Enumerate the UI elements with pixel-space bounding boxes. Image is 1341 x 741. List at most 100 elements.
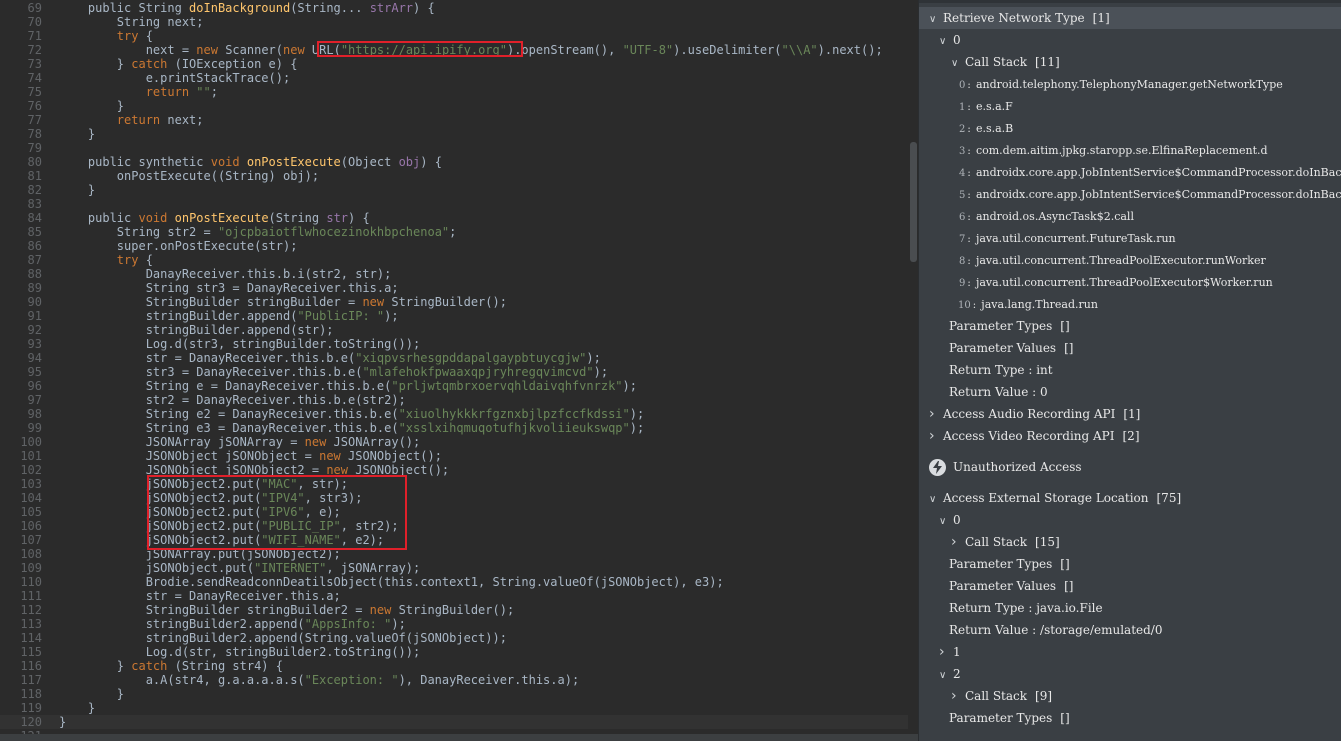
code-token: stringBuilder2.append( bbox=[59, 617, 305, 631]
chevron-down-icon[interactable]: ∨ bbox=[951, 53, 961, 75]
code-line[interactable]: 73 } catch (IOException e) { bbox=[0, 57, 908, 71]
code-line[interactable]: 119 } bbox=[0, 701, 908, 715]
row-label: Parameter Types bbox=[949, 557, 1053, 571]
chevron-right-icon[interactable]: › bbox=[951, 685, 961, 707]
line-number: 72 bbox=[27, 43, 42, 57]
code-line[interactable]: 102 JSONObject jSONObject2 = new JSONObj… bbox=[0, 463, 908, 477]
chevron-right-icon[interactable]: › bbox=[929, 425, 939, 447]
code-line[interactable]: 117 a.A(str4, g.a.a.a.a.s("Exception: ")… bbox=[0, 673, 908, 687]
code-line[interactable]: 81 onPostExecute((String) obj); bbox=[0, 169, 908, 183]
code-line[interactable]: 94 str = DanayReceiver.this.b.e("xiqpvsr… bbox=[0, 351, 908, 365]
code-line[interactable]: 106 jSONObject2.put("PUBLIC_IP", str2); bbox=[0, 519, 908, 533]
code-line[interactable]: 77 return next; bbox=[0, 113, 908, 127]
code-line[interactable]: 109 jSONObject.put("INTERNET", jSONArray… bbox=[0, 561, 908, 575]
code-line[interactable]: 96 String e = DanayReceiver.this.b.e("pr… bbox=[0, 379, 908, 393]
stack-frame-row[interactable]: 4: androidx.core.app.JobIntentService$Co… bbox=[959, 161, 1341, 183]
stack-frame-row[interactable]: 7: java.util.concurrent.FutureTask.run bbox=[959, 227, 1176, 249]
code-line[interactable]: 74 e.printStackTrace(); bbox=[0, 71, 908, 85]
return-value-row[interactable]: Return Value : /storage/emulated/0 bbox=[949, 619, 1162, 641]
editor-scrollbar[interactable] bbox=[908, 0, 918, 741]
code-line[interactable]: 118 } bbox=[0, 687, 908, 701]
parameter-types-row[interactable]: Parameter Types [] bbox=[949, 707, 1070, 729]
call-stack-row[interactable]: ∨ Call Stack [11] bbox=[951, 51, 1060, 73]
code-line[interactable]: 103 jSONObject2.put("MAC", str); bbox=[0, 477, 908, 491]
code-line[interactable]: 113 stringBuilder2.append("AppsInfo: "); bbox=[0, 617, 908, 631]
code-line[interactable]: 97 str2 = DanayReceiver.this.b.e(str2); bbox=[0, 393, 908, 407]
code-line[interactable]: 101 JSONObject jSONObject = new JSONObje… bbox=[0, 449, 908, 463]
code-line[interactable]: 93 Log.d(str3, stringBuilder.toString())… bbox=[0, 337, 908, 351]
code-line[interactable]: 99 String e3 = DanayReceiver.this.b.e("x… bbox=[0, 421, 908, 435]
code-line[interactable]: 86 super.onPostExecute(str); bbox=[0, 239, 908, 253]
code-line[interactable]: 105 jSONObject2.put("IPV6", e); bbox=[0, 505, 908, 519]
parameter-types-row[interactable]: Parameter Types [] bbox=[949, 553, 1070, 575]
code-line[interactable]: 114 stringBuilder2.append(String.valueOf… bbox=[0, 631, 908, 645]
code-editor[interactable]: 69 public String doInBackground(String..… bbox=[0, 0, 908, 741]
code-line[interactable]: 75 return ""; bbox=[0, 85, 908, 99]
stack-frame-row[interactable]: 1: e.s.a.F bbox=[959, 95, 1013, 117]
code-line[interactable]: 80 public synthetic void onPostExecute(O… bbox=[0, 155, 908, 169]
parameter-types-row[interactable]: Parameter Types [] bbox=[949, 315, 1070, 337]
code-line[interactable]: 107 jSONObject2.put("WIFI_NAME", e2); bbox=[0, 533, 908, 547]
access-video-recording-row[interactable]: › Access Video Recording API [2] bbox=[929, 425, 1140, 447]
code-line[interactable]: 89 String str3 = DanayReceiver.this.a; bbox=[0, 281, 908, 295]
code-line[interactable]: 110 Brodie.sendReadconnDeatilsObject(thi… bbox=[0, 575, 908, 589]
line-number: 71 bbox=[27, 29, 42, 43]
parameter-values-row[interactable]: Parameter Values [] bbox=[949, 337, 1073, 359]
return-value-row[interactable]: Return Value : 0 bbox=[949, 381, 1048, 403]
code-line[interactable]: 82 } bbox=[0, 183, 908, 197]
chevron-down-icon[interactable]: ∨ bbox=[939, 665, 949, 687]
stack-frame-row[interactable]: 3: com.dem.aitim.jpkg.staropp.se.ElfinaR… bbox=[959, 139, 1268, 161]
code-line[interactable]: 116 } catch (String str4) { bbox=[0, 659, 908, 673]
access-audio-recording-row[interactable]: › Access Audio Recording API [1] bbox=[929, 403, 1140, 425]
code-line[interactable]: 91 stringBuilder.append("PublicIP: "); bbox=[0, 309, 908, 323]
code-line[interactable]: 100 JSONArray jSONArray = new JSONArray(… bbox=[0, 435, 908, 449]
chevron-down-icon[interactable]: ∨ bbox=[929, 9, 939, 31]
code-line[interactable]: 84 public void onPostExecute(String str)… bbox=[0, 211, 908, 225]
code-line[interactable]: 88 DanayReceiver.this.b.i(str2, str); bbox=[0, 267, 908, 281]
code-line[interactable]: 108 jSONArray.put(jSONObject2); bbox=[0, 547, 908, 561]
code-line[interactable]: 115 Log.d(str, stringBuilder2.toString()… bbox=[0, 645, 908, 659]
code-line[interactable]: 69 public String doInBackground(String..… bbox=[0, 1, 908, 15]
code-line[interactable]: 76 } bbox=[0, 99, 908, 113]
chevron-right-icon[interactable]: › bbox=[951, 531, 961, 553]
stack-frame-row[interactable]: 10: java.lang.Thread.run bbox=[958, 293, 1098, 315]
code-line[interactable]: 120} bbox=[0, 715, 908, 729]
stack-frame-row[interactable]: 6: android.os.AsyncTask$2.call bbox=[959, 205, 1134, 227]
stack-frame-row[interactable]: 0: android.telephony.TelephonyManager.ge… bbox=[959, 73, 1283, 95]
stack-frame-row[interactable]: 2: e.s.a.B bbox=[959, 117, 1013, 139]
item-1-row[interactable]: › 1 bbox=[939, 641, 961, 663]
code-line[interactable]: 78 } bbox=[0, 127, 908, 141]
retrieve-network-type-row[interactable]: ∨ Retrieve Network Type [1] bbox=[929, 7, 1110, 29]
stack-frame-row[interactable]: 9: java.util.concurrent.ThreadPoolExecut… bbox=[959, 271, 1273, 293]
editor-scrollbar-thumb[interactable] bbox=[910, 142, 917, 262]
access-external-storage-row[interactable]: ∨ Access External Storage Location [75] bbox=[929, 487, 1181, 509]
chevron-down-icon[interactable]: ∨ bbox=[939, 511, 949, 533]
unauthorized-access-row[interactable]: Unauthorized Access bbox=[929, 456, 1082, 478]
chevron-down-icon[interactable]: ∨ bbox=[939, 31, 949, 53]
code-line[interactable]: 85 String str2 = "ojcpbaiotflwhocezinokh… bbox=[0, 225, 908, 239]
return-type-row[interactable]: Return Type : int bbox=[949, 359, 1053, 381]
call-stack-row[interactable]: › Call Stack [9] bbox=[951, 685, 1052, 707]
code-line[interactable]: 92 stringBuilder.append(str); bbox=[0, 323, 908, 337]
return-type-row[interactable]: Return Type : java.io.File bbox=[949, 597, 1103, 619]
code-line[interactable]: 95 str3 = DanayReceiver.this.b.e("mlafeh… bbox=[0, 365, 908, 379]
code-line[interactable]: 70 String next; bbox=[0, 15, 908, 29]
call-stack-row[interactable]: › Call Stack [15] bbox=[951, 531, 1060, 553]
stack-frame-row[interactable]: 5: androidx.core.app.JobIntentService$Co… bbox=[959, 183, 1341, 205]
stack-frame-row[interactable]: 8: java.util.concurrent.ThreadPoolExecut… bbox=[959, 249, 1266, 271]
code-line[interactable]: 98 String e2 = DanayReceiver.this.b.e("x… bbox=[0, 407, 908, 421]
code-line[interactable]: 79 bbox=[0, 141, 908, 155]
code-line[interactable]: 83 bbox=[0, 197, 908, 211]
chevron-right-icon[interactable]: › bbox=[939, 641, 949, 663]
code-line[interactable]: 112 StringBuilder stringBuilder2 = new S… bbox=[0, 603, 908, 617]
chevron-down-icon[interactable]: ∨ bbox=[929, 489, 939, 511]
chevron-right-icon[interactable]: › bbox=[929, 403, 939, 425]
code-line[interactable]: 104 jSONObject2.put("IPV4", str3); bbox=[0, 491, 908, 505]
item-0-row[interactable]: ∨ 0 bbox=[939, 29, 961, 51]
item-0-row[interactable]: ∨ 0 bbox=[939, 509, 961, 531]
code-line[interactable]: 90 StringBuilder stringBuilder = new Str… bbox=[0, 295, 908, 309]
item-2-row[interactable]: ∨ 2 bbox=[939, 663, 961, 685]
code-line[interactable]: 87 try { bbox=[0, 253, 908, 267]
parameter-values-row[interactable]: Parameter Values [] bbox=[949, 575, 1073, 597]
code-line[interactable]: 111 str = DanayReceiver.this.a; bbox=[0, 589, 908, 603]
